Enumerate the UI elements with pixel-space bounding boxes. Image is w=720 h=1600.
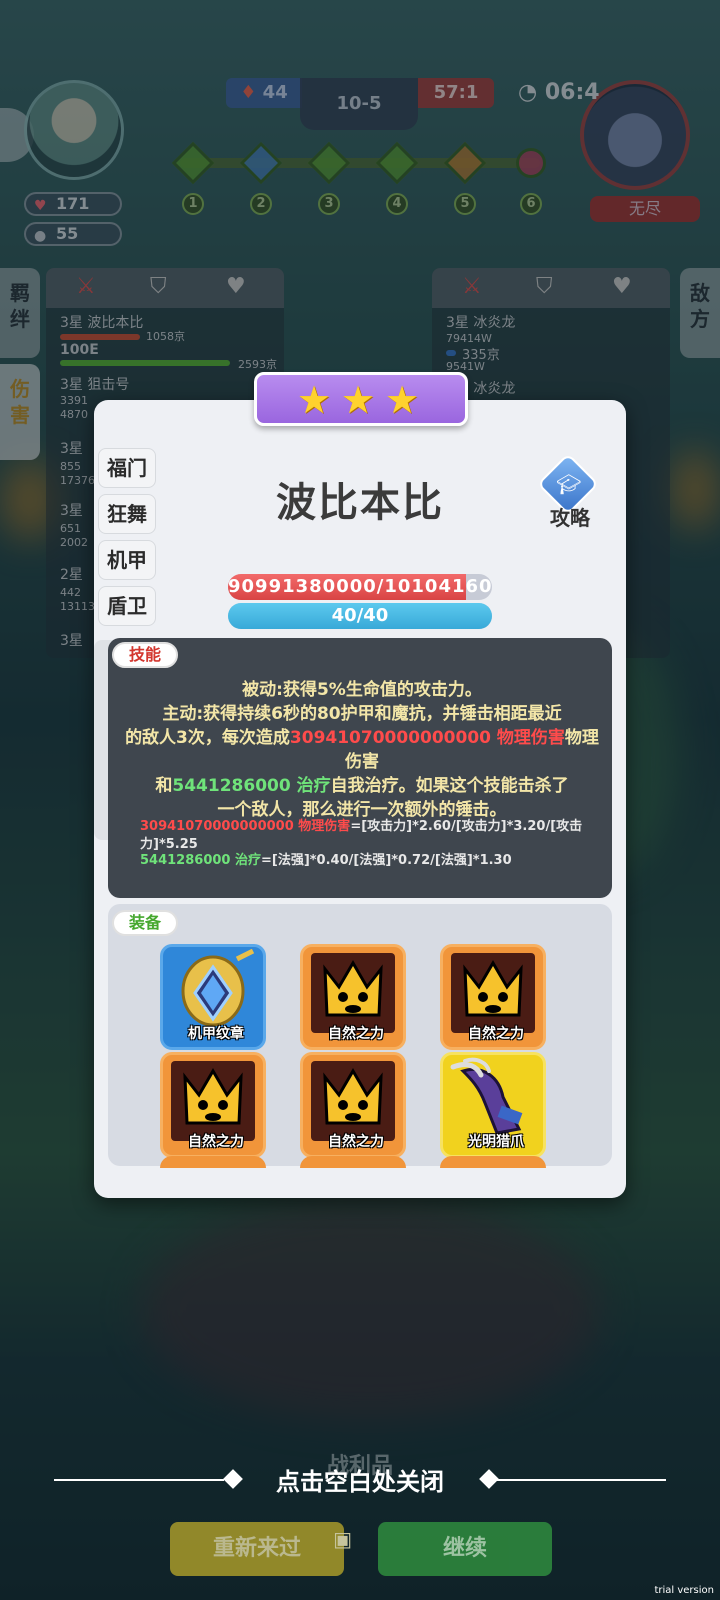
equipment-item-partial <box>300 1156 406 1168</box>
equipment-item[interactable]: 自然之力 <box>300 944 406 1050</box>
star-icon: ★ <box>341 378 376 422</box>
skill-tag: 技能 <box>112 642 178 668</box>
skill-active-line-2: 的敌人3次，每次造成30941070000000000 物理伤害物理伤害 <box>124 726 600 774</box>
retry-label: 重新来过 <box>212 1536 301 1561</box>
equipment-name: 光明猎爪 <box>468 1134 524 1150</box>
guide-label: 攻略 <box>550 506 590 530</box>
damage-value: 30941070000000000 物理伤害 <box>289 728 565 748</box>
skill-passive-line: 被动:获得5%生命值的攻击力。 <box>242 680 482 700</box>
crown-icon <box>323 1068 383 1125</box>
equipment-tag: 装备 <box>112 910 178 936</box>
equipment-name: 自然之力 <box>328 1026 384 1042</box>
heal-value: 5441286000 治疗 <box>172 776 331 796</box>
mana-bar: 40/40 <box>228 603 492 629</box>
equipment-item[interactable]: 光明猎爪 <box>440 1052 546 1158</box>
equipment-item-partial <box>160 1156 266 1168</box>
tab-trait-1[interactable]: 福门 <box>98 448 156 488</box>
skill-description: 被动:获得5%生命值的攻击力。 主动:获得持续6秒的80护甲和魔抗，并锤击相距最… <box>124 678 600 822</box>
formula-heal-expr: =[法强]*0.40/[法强]*0.72/[法强]*1.30 <box>260 853 512 868</box>
star-rank-banner: ★ ★ ★ <box>254 372 468 426</box>
equipment-name: 自然之力 <box>468 1026 524 1042</box>
equipment-item[interactable]: 自然之力 <box>440 944 546 1050</box>
skill-text: 和 <box>155 776 173 796</box>
skill-text: 自我治疗。如果这个技能击杀了 <box>330 776 569 796</box>
crown-icon <box>463 960 523 1017</box>
tab-trait-4[interactable]: 盾卫 <box>98 586 156 626</box>
formula-heal-value: 5441286000 治疗 <box>140 853 261 868</box>
equipment-item[interactable]: 自然之力 <box>160 1052 266 1158</box>
equipment-item[interactable]: 自然之力 <box>300 1052 406 1158</box>
hp-bar: 90991380000/101041600 <box>228 574 492 600</box>
equipment-item[interactable]: 机甲纹章 <box>160 944 266 1050</box>
guide-button[interactable]: 🎓︎ 攻略 <box>536 452 604 530</box>
star-icon: ★ <box>297 378 332 422</box>
formula-damage-value: 30941070000000000 物理伤害 <box>140 819 351 834</box>
retry-button[interactable]: 重新来过 ▣ <box>170 1522 352 1576</box>
skill-active-line: 主动:获得持续6秒的80护甲和魔抗，并锤击相距最近 <box>162 704 562 724</box>
equipment-name: 自然之力 <box>328 1134 384 1150</box>
skill-text: 的敌人3次，每次造成 <box>125 728 290 748</box>
equipment-item-partial <box>440 1156 546 1168</box>
star-icon: ★ <box>385 378 420 422</box>
hp-bar-text: 90991380000/101041600 <box>228 576 492 597</box>
tab-trait-3[interactable]: 机甲 <box>98 540 156 580</box>
damage-formula: 30941070000000000 物理伤害=[攻击力]*2.60/[攻击力]*… <box>140 818 604 854</box>
tab-trait-2[interactable]: 狂舞 <box>98 494 156 534</box>
heal-formula: 5441286000 治疗=[法强]*0.40/[法强]*0.72/[法强]*1… <box>140 852 604 870</box>
hero-name: 波比本比 <box>276 480 444 526</box>
hint-divider-right <box>496 1479 666 1481</box>
video-icon: ▣ <box>333 1527 352 1551</box>
crown-icon <box>183 1068 243 1125</box>
watermark: trial version <box>654 1585 714 1596</box>
crown-icon <box>323 960 383 1017</box>
graduation-cap-icon: 🎓︎ <box>556 472 582 496</box>
equipment-name: 自然之力 <box>188 1134 244 1150</box>
mana-bar-text: 40/40 <box>331 605 389 626</box>
equipment-name: 机甲纹章 <box>188 1026 244 1042</box>
continue-label: 继续 <box>442 1536 487 1561</box>
skill-active-line-3: 和5441286000 治疗自我治疗。如果这个技能击杀了 <box>124 774 600 798</box>
continue-button[interactable]: 继续 <box>378 1522 552 1576</box>
